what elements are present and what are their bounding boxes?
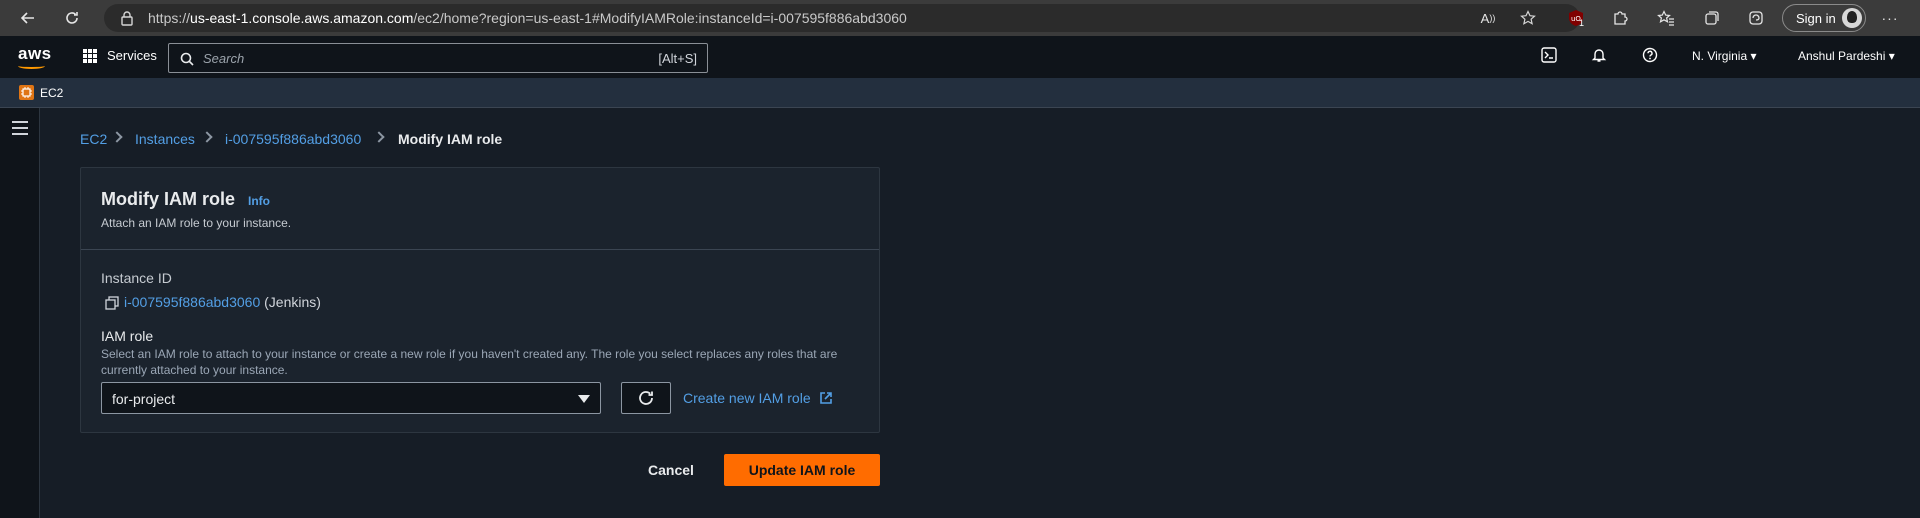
site-info-icon[interactable] bbox=[120, 10, 134, 26]
collections-icon[interactable] bbox=[1698, 4, 1726, 32]
page-description: Attach an IAM role to your instance. bbox=[101, 216, 292, 230]
caret-down-icon bbox=[578, 395, 590, 403]
back-arrow-icon[interactable] bbox=[14, 4, 42, 32]
page-title: Modify IAM role bbox=[101, 189, 235, 209]
account-menu[interactable]: Anshul Pardeshi ▾ bbox=[1798, 49, 1895, 63]
region-selector[interactable]: N. Virginia ▾ bbox=[1692, 49, 1757, 63]
iam-role-selected-value: for-project bbox=[112, 391, 176, 407]
read-aloud-icon[interactable]: A)) bbox=[1474, 4, 1502, 32]
instance-id-value[interactable]: i-007595f886abd3060 bbox=[124, 294, 260, 310]
refresh-icon[interactable] bbox=[58, 4, 86, 32]
iam-role-label: IAM role bbox=[101, 328, 154, 344]
aws-global-nav: aws Services Search [Alt+S] N. Virginia … bbox=[0, 36, 1920, 78]
breadcrumb-ec2[interactable]: EC2 bbox=[80, 131, 107, 147]
services-menu[interactable]: Services bbox=[83, 48, 157, 63]
url-text[interactable]: https://us-east-1.console.aws.amazon.com… bbox=[148, 10, 907, 26]
notifications-bell-icon[interactable] bbox=[1591, 47, 1607, 66]
search-shortcut: [Alt+S] bbox=[658, 51, 697, 66]
external-link-icon bbox=[819, 392, 832, 404]
create-new-iam-role-link[interactable]: Create new IAM role bbox=[683, 390, 833, 406]
info-link[interactable]: Info bbox=[248, 194, 270, 208]
panel-header: Modify IAM role Info Attach an IAM role … bbox=[81, 168, 879, 250]
menu-hamburger-icon[interactable] bbox=[12, 121, 28, 135]
browser-toolbar: https://us-east-1.console.aws.amazon.com… bbox=[0, 0, 1920, 36]
copy-icon[interactable] bbox=[105, 296, 119, 310]
url-host: us-east-1.console.aws.amazon.com bbox=[190, 10, 414, 26]
refresh-roles-button[interactable] bbox=[621, 382, 671, 414]
ec2-service-icon[interactable] bbox=[19, 85, 34, 100]
sign-in-button[interactable]: Sign in bbox=[1782, 4, 1866, 32]
favorites-bar bbox=[0, 78, 1920, 108]
instance-name: (Jenkins) bbox=[264, 294, 321, 310]
url-path: /ec2/home?region=us-east-1#ModifyIAMRole… bbox=[413, 10, 907, 26]
help-icon[interactable] bbox=[1642, 47, 1658, 66]
iam-role-description: Select an IAM role to attach to your ins… bbox=[101, 347, 838, 377]
instance-id-label: Instance ID bbox=[101, 270, 172, 286]
side-navigation-rail bbox=[0, 108, 40, 518]
search-icon bbox=[180, 52, 194, 66]
breadcrumb-chevron-icon bbox=[111, 131, 123, 143]
ec2-favorite-link[interactable]: EC2 bbox=[40, 86, 63, 100]
aws-logo[interactable]: aws bbox=[18, 44, 52, 64]
cloudshell-icon[interactable] bbox=[1541, 47, 1557, 66]
create-role-label: Create new IAM role bbox=[683, 390, 811, 406]
modify-iam-role-panel: Modify IAM role Info Attach an IAM role … bbox=[80, 167, 880, 433]
breadcrumb-instance-id[interactable]: i-007595f886abd3060 bbox=[225, 131, 361, 147]
services-label: Services bbox=[107, 48, 157, 63]
ublock-extension-icon[interactable]: uO 1 bbox=[1562, 4, 1590, 32]
console-search-input[interactable]: Search [Alt+S] bbox=[168, 43, 708, 73]
breadcrumb-instances[interactable]: Instances bbox=[135, 131, 195, 147]
browser-menu-icon[interactable]: ··· bbox=[1876, 4, 1904, 32]
services-grid-icon bbox=[83, 48, 97, 63]
search-placeholder: Search bbox=[203, 51, 245, 66]
extensions-puzzle-icon[interactable] bbox=[1606, 4, 1634, 32]
refresh-icon bbox=[639, 391, 653, 405]
instance-id-link[interactable]: i-007595f886abd3060 (Jenkins) bbox=[124, 294, 321, 310]
address-bar[interactable]: https://us-east-1.console.aws.amazon.com… bbox=[104, 4, 1580, 32]
extension-badge: 1 bbox=[1579, 18, 1585, 28]
profile-avatar bbox=[1842, 8, 1862, 28]
sign-in-label: Sign in bbox=[1796, 10, 1836, 26]
edge-copilot-icon[interactable] bbox=[1742, 4, 1770, 32]
favorites-icon[interactable] bbox=[1652, 4, 1680, 32]
breadcrumb-chevron-icon bbox=[201, 131, 213, 143]
favorite-star-icon[interactable] bbox=[1514, 4, 1542, 32]
iam-role-select[interactable]: for-project bbox=[101, 382, 601, 414]
breadcrumb-current: Modify IAM role bbox=[398, 131, 503, 147]
cancel-button[interactable]: Cancel bbox=[640, 454, 702, 486]
url-prefix: https:// bbox=[148, 10, 191, 26]
breadcrumb-chevron-icon bbox=[373, 131, 385, 143]
update-iam-role-button[interactable]: Update IAM role bbox=[724, 454, 880, 486]
aws-logo-smile bbox=[18, 63, 45, 69]
